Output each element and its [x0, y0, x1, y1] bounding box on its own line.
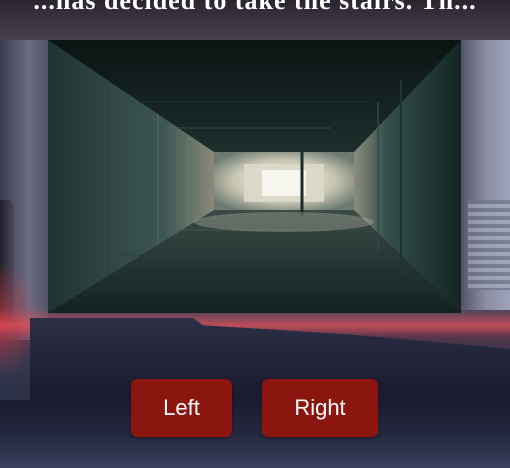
background-left-slot: [0, 200, 14, 320]
background-red-light-strip: [0, 308, 510, 358]
background-right-slats: [468, 200, 510, 290]
left-button[interactable]: Left: [131, 379, 232, 437]
background-left-wall: [0, 40, 48, 340]
background-floor: [0, 400, 510, 468]
right-button[interactable]: Right: [262, 379, 378, 437]
story-headline: ...has decided to take the stairs. Th...: [33, 0, 477, 15]
background-left-red-light: [0, 260, 40, 380]
corridor-scene: [48, 40, 461, 313]
background-right-wall: [461, 40, 510, 310]
scene-viewport: [48, 40, 461, 313]
